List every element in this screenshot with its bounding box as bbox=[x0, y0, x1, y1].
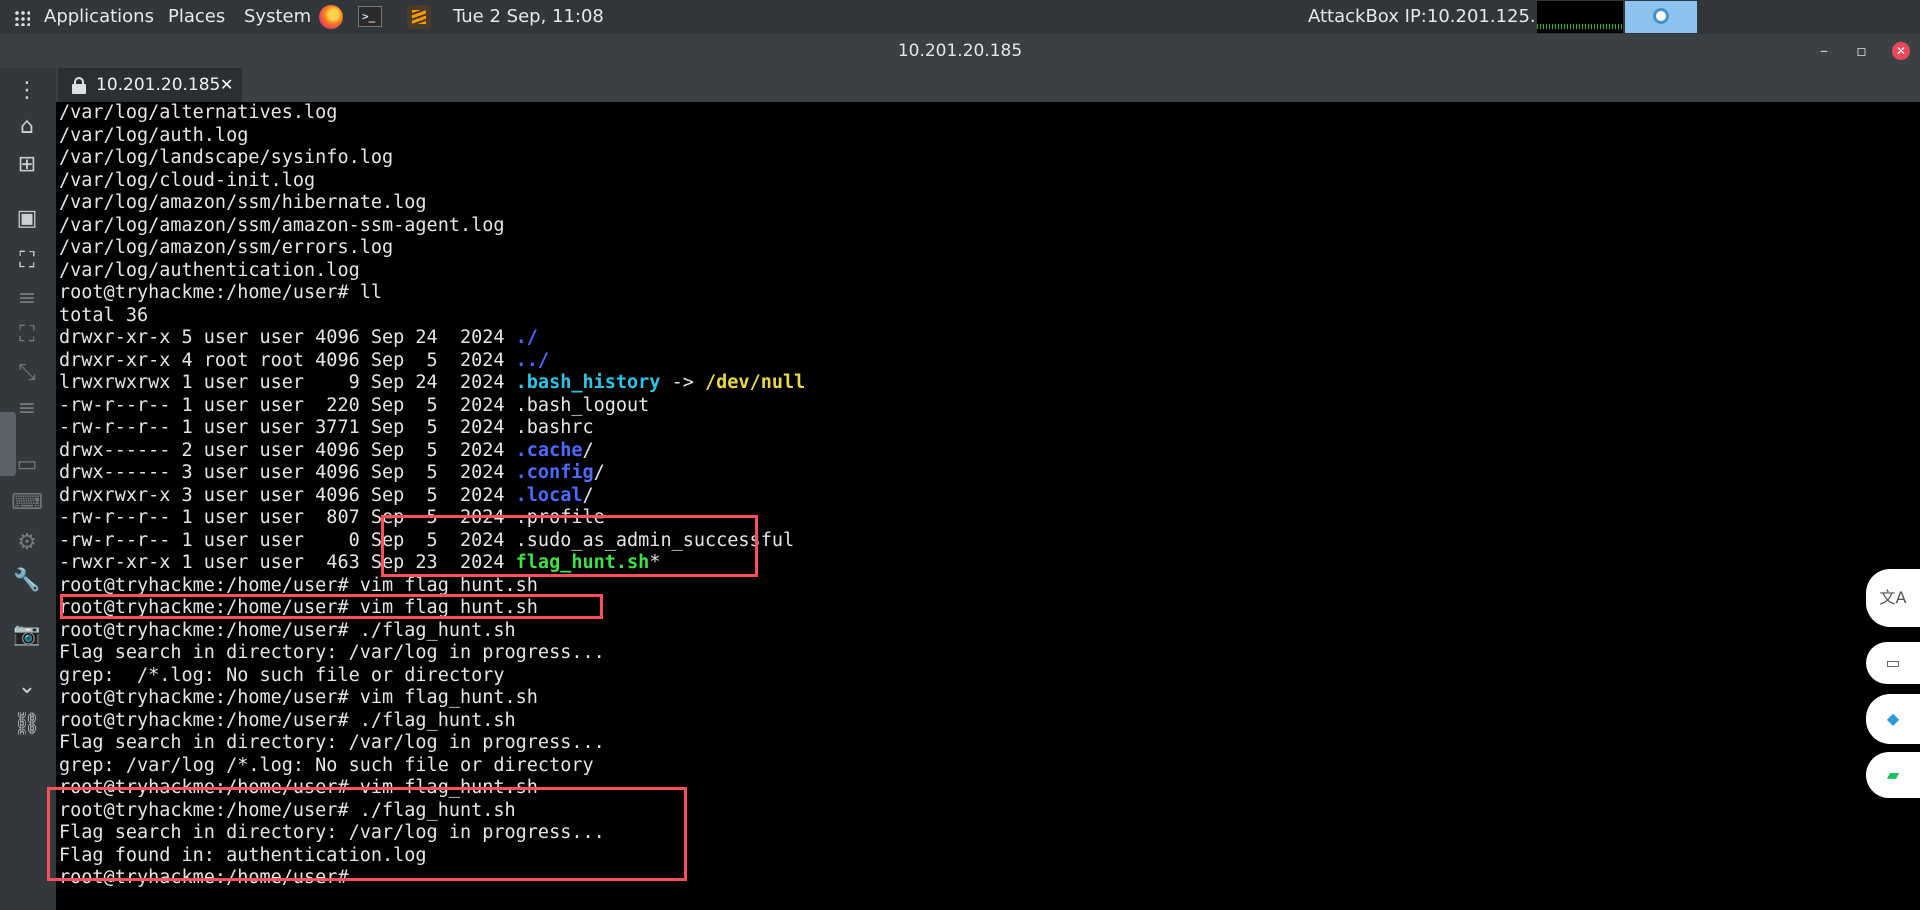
annotation-box-result bbox=[47, 787, 687, 881]
terminal-icon[interactable]: >_ bbox=[358, 6, 382, 27]
ls-row-meta: drwxrwxr-x 3 user user 4096 Sep 5 2024 bbox=[59, 484, 516, 506]
apps-grid-icon[interactable] bbox=[14, 10, 30, 26]
ls-row: drwxr-xr-x 4 root root 4096 Sep 5 2024 .… bbox=[59, 350, 549, 372]
fit-window-icon[interactable]: ⛶ bbox=[10, 320, 44, 350]
new-connection-icon[interactable]: ⊞ bbox=[10, 150, 44, 180]
clock[interactable]: Tue 2 Sep, 11:08 bbox=[453, 0, 604, 34]
ls-row: drwxr-xr-x 5 user user 4096 Sep 24 2024 … bbox=[59, 327, 538, 349]
translate-icon: 文A bbox=[1879, 588, 1907, 607]
ls-row: -rw-r--r-- 1 user user 220 Sep 5 2024 .b… bbox=[59, 394, 650, 416]
annotation-box-vim bbox=[60, 594, 603, 619]
terminal-line: root@tryhackme:/home/user# ./flag_hunt.s… bbox=[59, 619, 516, 641]
keyboard-icon[interactable]: ⌨ bbox=[10, 488, 44, 518]
ls-dir-slash: / bbox=[582, 439, 594, 461]
terminal-line: /var/log/amazon/ssm/hibernate.log bbox=[59, 192, 427, 213]
terminal-line: root@tryhackme:/home/user# vim flag_hunt… bbox=[59, 687, 538, 708]
wrench-icon[interactable]: 🔧 bbox=[10, 566, 44, 596]
ls-row: drwx------ 2 user user 4096 Sep 5 2024 .… bbox=[59, 440, 594, 462]
ls-dir-name: ../ bbox=[515, 349, 550, 371]
ls-row: lrwxrwxrwx 1 user user 9 Sep 24 2024 .ba… bbox=[59, 372, 805, 394]
minimize-button[interactable]: – bbox=[1820, 34, 1828, 68]
places-menu[interactable]: Places bbox=[168, 0, 225, 34]
terminal-line: /var/log/landscape/sysinfo.log bbox=[59, 147, 394, 168]
applications-menu[interactable]: Applications bbox=[44, 0, 154, 34]
firefox-icon[interactable] bbox=[319, 5, 343, 29]
screenshot-area-icon[interactable]: ▣ bbox=[10, 204, 44, 234]
terminal-line: grep: /var/log /*.log: No such file or d… bbox=[59, 754, 594, 776]
terminal-line: /var/log/cloud-init.log bbox=[59, 169, 316, 191]
ls-dir-name: .config bbox=[515, 462, 594, 483]
cube-icon: ◆ bbox=[1886, 709, 1900, 728]
tab-close-button[interactable]: ✕ bbox=[220, 68, 233, 102]
camera-icon[interactable]: 📷 bbox=[10, 620, 44, 650]
maximize-button[interactable]: ▫ bbox=[1856, 34, 1867, 68]
network-button[interactable] bbox=[1625, 1, 1697, 33]
ls-row: -rw-r--r-- 1 user user 3771 Sep 5 2024 .… bbox=[59, 417, 594, 438]
terminal-line: /var/log/authentication.log bbox=[59, 259, 360, 281]
terminal-line: Flag search in directory: /var/log in pr… bbox=[59, 642, 605, 663]
menu-lines-icon[interactable]: ≡ bbox=[10, 284, 44, 314]
more-vertical-icon[interactable]: ⋮ bbox=[10, 76, 44, 106]
tab-strip: 10.201.20.185 ✕ bbox=[56, 68, 1920, 102]
ls-symlink-name: .bash_history bbox=[515, 372, 661, 393]
ls-row-meta: drwxr-xr-x 4 root root 4096 Sep 5 2024 bbox=[59, 349, 516, 371]
ls-symlink-target: /dev/null bbox=[705, 372, 806, 393]
chat-icon: ▰ bbox=[1886, 765, 1900, 784]
chevron-down-icon[interactable]: ⌄ bbox=[10, 672, 44, 702]
ls-row-meta: drwxr-xr-x 5 user user 4096 Sep 24 2024 bbox=[59, 327, 516, 348]
translate-button[interactable]: 文A bbox=[1866, 569, 1920, 627]
ls-row-meta: lrwxrwxrwx 1 user user 9 Sep 24 2024 bbox=[59, 372, 516, 393]
network-graph bbox=[1537, 1, 1623, 33]
window-close-button[interactable]: ✕ bbox=[1892, 42, 1910, 60]
terminal-line: grep: /*.log: No such file or directory bbox=[59, 664, 505, 686]
screen-capture-icon: ▭ bbox=[1885, 653, 1901, 672]
terminal-line: /var/log/auth.log bbox=[59, 124, 249, 146]
terminal-line: root@tryhackme:/home/user# ll bbox=[59, 282, 383, 303]
ls-dir-slash: / bbox=[593, 462, 605, 483]
terminal-line: /var/log/alternatives.log bbox=[59, 102, 338, 123]
ls-row-meta: drwx------ 3 user user 4096 Sep 5 2024 bbox=[59, 462, 516, 483]
terminal-line: /var/log/amazon/ssm/amazon-ssm-agent.log bbox=[59, 214, 505, 236]
tab-label: 10.201.20.185 bbox=[96, 75, 221, 95]
ls-dir-name: .local bbox=[515, 484, 583, 506]
fullscreen-icon[interactable]: ⛶ bbox=[10, 246, 44, 276]
disconnect-link-icon[interactable]: ⛓ bbox=[10, 710, 44, 740]
system-menu[interactable]: System bbox=[244, 0, 311, 34]
attackbox-ip: AttackBox IP:10.201.125.75 bbox=[1308, 6, 1559, 27]
ls-dir-name: ./ bbox=[515, 327, 538, 348]
connection-tab[interactable]: 10.201.20.185 ✕ bbox=[58, 68, 242, 102]
window-titlebar: 10.201.20.185 – ▫ ✕ bbox=[0, 34, 1920, 68]
screen-capture-button[interactable]: ▭ bbox=[1866, 642, 1920, 684]
settings-gear-icon[interactable]: ⚙ bbox=[10, 528, 44, 558]
left-toolbar: ⋮ ⌂ ⊞ ▣ ⛶ ≡ ⛶ ⤡ ≡ ▭ ⌨ ⚙ 🔧 📷 ⌄ ⛓ bbox=[0, 68, 56, 910]
window-title: 10.201.20.185 bbox=[897, 41, 1023, 61]
ls-dir-name: .cache bbox=[515, 439, 583, 461]
ls-row: drwx------ 3 user user 4096 Sep 5 2024 .… bbox=[59, 462, 605, 484]
terminal-line: total 36 bbox=[59, 304, 149, 326]
ls-dir-slash: / bbox=[582, 484, 594, 506]
sublime-text-icon[interactable] bbox=[407, 5, 431, 29]
terminal-line: Flag search in directory: /var/log in pr… bbox=[59, 732, 605, 753]
clipboard-icon[interactable]: ▭ bbox=[10, 450, 44, 480]
terminal-line: /var/log/amazon/ssm/errors.log bbox=[59, 237, 394, 258]
network-icon bbox=[1653, 8, 1669, 24]
lock-icon bbox=[72, 77, 86, 94]
ls-symlink-arrow: -> bbox=[660, 372, 706, 393]
terminal-line: root@tryhackme:/home/user# ./flag_hunt.s… bbox=[59, 709, 516, 731]
resize-icon[interactable]: ⤡ bbox=[10, 358, 44, 388]
ls-row-meta: drwx------ 2 user user 4096 Sep 5 2024 bbox=[59, 439, 516, 461]
annotation-box-ls bbox=[381, 515, 758, 577]
app-launcher-button[interactable]: ◆ bbox=[1866, 694, 1920, 744]
chat-button[interactable]: ▰ bbox=[1866, 752, 1920, 798]
ls-row: drwxrwxr-x 3 user user 4096 Sep 5 2024 .… bbox=[59, 485, 594, 507]
home-icon[interactable]: ⌂ bbox=[10, 112, 44, 142]
top-panel: Applications Places System >_ Tue 2 Sep,… bbox=[0, 0, 1920, 34]
